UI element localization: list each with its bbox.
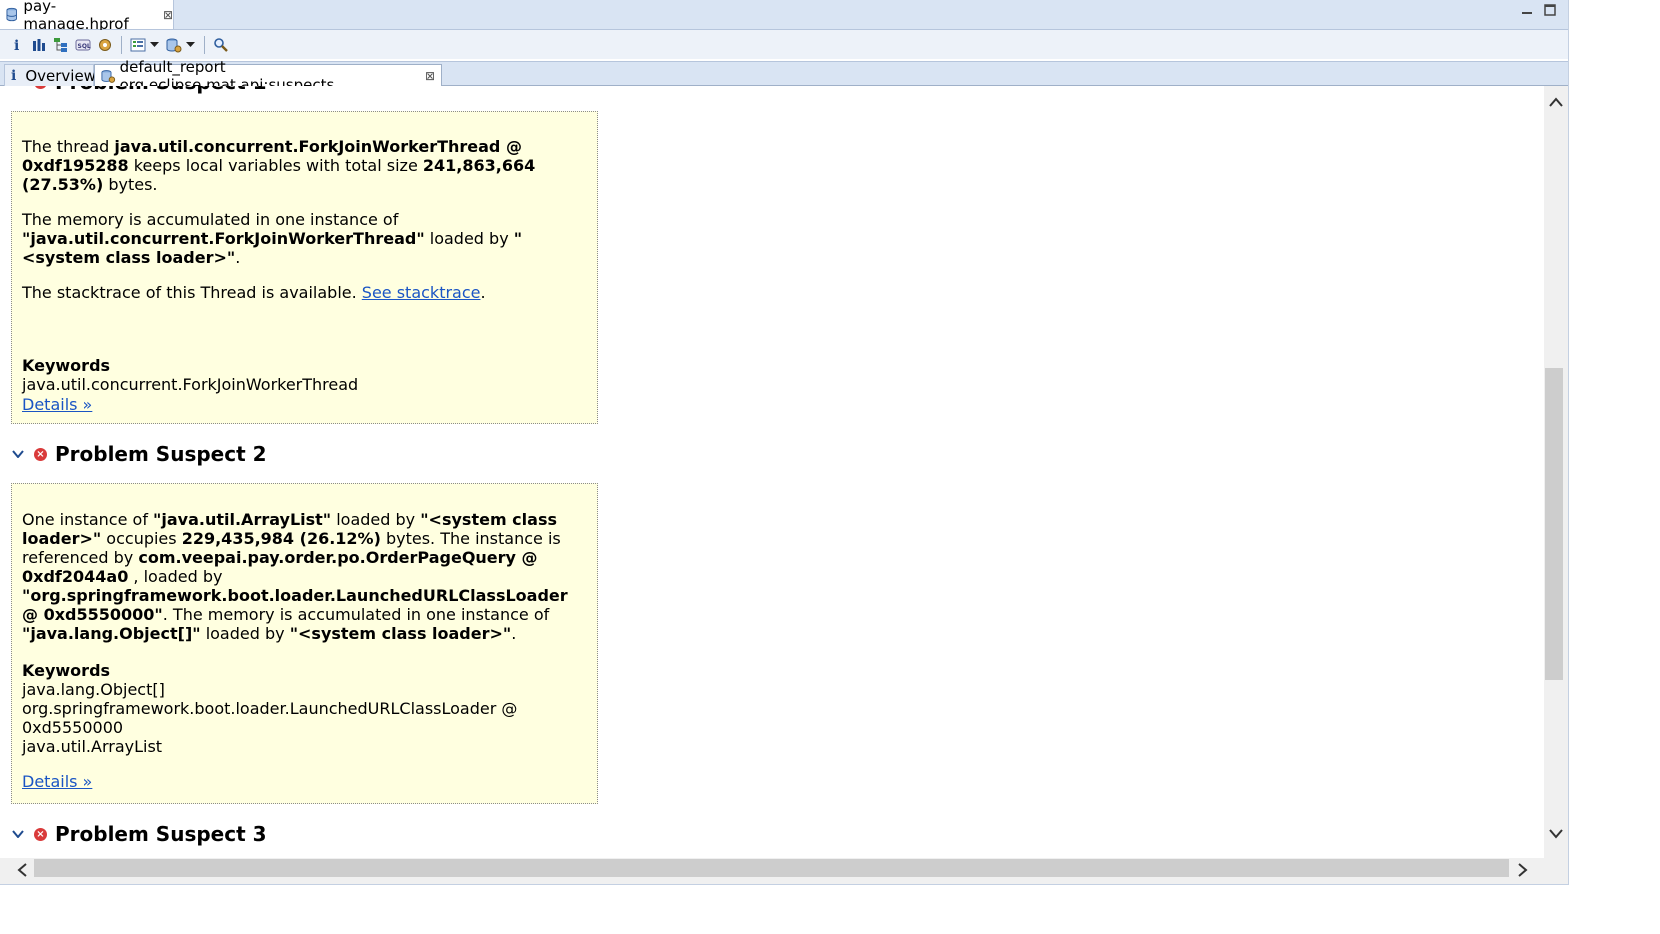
suspect-3-header[interactable]: × Problem Suspect 3	[12, 822, 267, 846]
suspect-3-title: Problem Suspect 3	[55, 822, 267, 846]
dominator-tree-icon	[53, 37, 67, 52]
database-icon	[6, 7, 17, 22]
svg-text:SQL: SQL	[77, 43, 90, 50]
search-icon	[213, 37, 228, 52]
error-icon: ×	[34, 86, 47, 89]
suspect-2-description: One instance of "java.util.ArrayList" lo…	[22, 510, 568, 643]
query-browser-dropdown[interactable]	[185, 34, 195, 55]
suspect-2-keyword: org.springframework.boot.loader.Launched…	[22, 699, 518, 737]
editor-frame: pay-manage.hprof ⊠ i SQL i Overview defa…	[0, 0, 1569, 885]
desktop-background	[1569, 0, 1660, 934]
chevron-down-icon	[185, 41, 195, 47]
info-icon: i	[14, 38, 19, 53]
scrollbar-corner	[1544, 858, 1568, 884]
dominator-tree-button[interactable]	[50, 34, 71, 55]
inner-tabbar: i Overview default_report org.eclipse.ma…	[0, 58, 1568, 94]
suspect-2-keyword: java.util.ArrayList	[22, 737, 163, 756]
report-content: × Problem Suspect 1 The thread java.util…	[0, 86, 1544, 858]
query-browser-button[interactable]	[163, 34, 184, 55]
close-icon[interactable]: ⊠	[163, 8, 173, 22]
suspect-2-keyword: java.lang.Object[]	[22, 680, 165, 699]
scroll-right-icon[interactable]	[1517, 862, 1529, 878]
desktop-background	[0, 885, 1569, 934]
report-dropdown[interactable]	[149, 34, 159, 55]
suspect-2-details-link[interactable]: Details »	[22, 772, 92, 791]
search-button[interactable]	[210, 34, 231, 55]
collapse-icon	[12, 830, 24, 838]
oql-icon: SQL	[75, 39, 90, 50]
svg-text:i: i	[14, 38, 19, 53]
vertical-scroll-thumb[interactable]	[1545, 368, 1563, 680]
suspect-2-keywords-title: Keywords	[22, 661, 111, 680]
suspect-1-accumulation: The memory is accumulated in one instanc…	[22, 210, 523, 267]
suspect-1-keywords-title: Keywords	[22, 356, 111, 375]
toolbar-separator	[204, 35, 205, 54]
report-button[interactable]	[127, 34, 148, 55]
histogram-button[interactable]	[28, 34, 49, 55]
close-icon[interactable]: ⊠	[425, 69, 435, 83]
histogram-icon	[32, 38, 45, 51]
horizontal-scrollbar[interactable]	[0, 858, 1544, 884]
maximize-icon[interactable]	[1544, 4, 1556, 16]
suspect-1-keyword: java.util.concurrent.ForkJoinWorkerThrea…	[22, 375, 359, 394]
scroll-left-icon[interactable]	[16, 862, 28, 878]
query-browser-icon	[101, 70, 116, 83]
tab-overview-label: Overview	[25, 67, 96, 85]
vertical-scrollbar[interactable]	[1544, 86, 1568, 858]
editor-tab-label: pay-manage.hprof	[23, 0, 129, 33]
toolbar-separator	[121, 35, 122, 54]
scroll-up-icon[interactable]	[1548, 96, 1564, 108]
suspect-1-title: Problem Suspect 1	[55, 86, 267, 94]
query-browser-icon	[166, 38, 181, 52]
collapse-icon	[12, 450, 24, 458]
suspect-2-header[interactable]: × Problem Suspect 2	[12, 442, 267, 466]
see-stacktrace-link[interactable]: See stacktrace	[362, 283, 481, 302]
suspect-1-stacktrace: The stacktrace of this Thread is availab…	[22, 283, 486, 302]
error-icon: ×	[34, 447, 47, 461]
horizontal-scroll-thumb[interactable]	[34, 859, 1509, 877]
toolbar: i SQL	[0, 30, 1568, 59]
info-icon: i	[11, 68, 17, 84]
suspect-2-box: One instance of "java.util.ArrayList" lo…	[11, 483, 598, 804]
suspect-1-box: The thread java.util.concurrent.ForkJoin…	[11, 111, 598, 424]
tab-suspects-report[interactable]: default_report org.eclipse.mat.api:suspe…	[94, 58, 442, 94]
error-icon: ×	[34, 827, 47, 841]
report-icon	[130, 38, 145, 51]
suspect-1-header[interactable]: × Problem Suspect 1	[12, 86, 267, 94]
editor-tabbar: pay-manage.hprof ⊠	[0, 0, 1568, 33]
query-config-button[interactable]	[94, 34, 115, 55]
suspect-1-description: The thread java.util.concurrent.ForkJoin…	[22, 137, 536, 194]
editor-tab-hprof[interactable]: pay-manage.hprof ⊠	[0, 0, 174, 33]
minimize-icon[interactable]	[1521, 4, 1533, 16]
suspect-2-title: Problem Suspect 2	[55, 442, 267, 466]
oql-button[interactable]: SQL	[72, 34, 93, 55]
chevron-down-icon	[149, 41, 159, 47]
scroll-down-icon[interactable]	[1548, 828, 1564, 840]
info-button[interactable]: i	[6, 34, 27, 55]
suspect-1-details-link[interactable]: Details »	[22, 395, 92, 414]
gear-icon	[98, 38, 111, 51]
tab-overview[interactable]: i Overview	[4, 64, 96, 87]
